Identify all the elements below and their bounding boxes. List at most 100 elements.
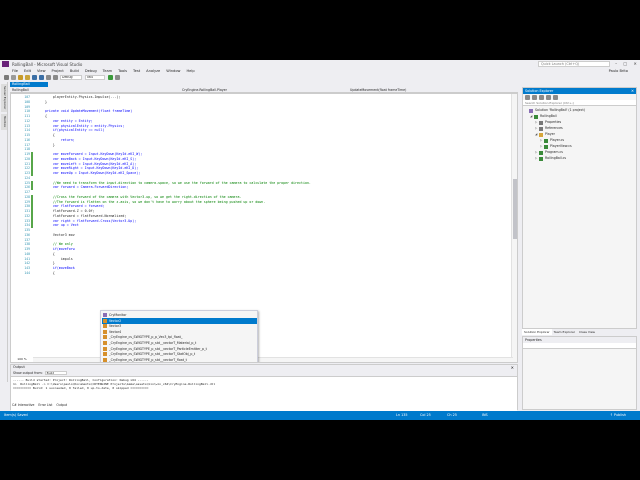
output-text-area[interactable]: ------ Build started: Project: RollingBa… — [11, 376, 517, 411]
class-icon — [103, 357, 107, 362]
server-explorer-tab[interactable]: Server Explorer — [1, 84, 7, 112]
solution-tree-item[interactable]: ▷ Properties — [535, 120, 561, 125]
solution-tree-item[interactable]: ▷ Player.cs — [540, 138, 564, 143]
solution-tree-item[interactable]: ▷ References — [535, 126, 563, 131]
save-all-icon[interactable] — [39, 75, 44, 80]
open-file-icon[interactable] — [25, 75, 30, 80]
toolbar-options-icon[interactable] — [115, 75, 120, 80]
home-icon[interactable] — [525, 94, 530, 100]
visual-studio-logo-icon — [2, 61, 9, 67]
line-number: 119 — [24, 152, 30, 156]
change-indicator — [31, 223, 33, 229]
expand-arrow-icon[interactable]: ▷ — [540, 144, 543, 149]
editor-vertical-scrollbar[interactable] — [511, 94, 517, 362]
line-number: 107 — [24, 95, 30, 99]
intellisense-item-label: _CryEngine_cs_SWIGTYPE_p_std__vectorT_Ma… — [109, 341, 197, 345]
code-line: if(moveForw — [37, 247, 75, 251]
code-line: } — [37, 142, 55, 147]
line-number: 114 — [24, 128, 30, 133]
sync-icon[interactable] — [532, 94, 537, 100]
status-bar: Item(s) Saved Ln 135 Col 25 Ch 25 INS ↑ … — [0, 411, 640, 420]
code-line: Vector3 mov — [37, 232, 75, 237]
solution-tree-item[interactable]: Solution 'RollingBall' (1 project) — [525, 108, 585, 113]
tab-team-explorer[interactable]: Team Explorer — [552, 329, 577, 335]
member-dropdown[interactable]: UpdateMovement(float frameTime) — [350, 88, 510, 92]
solution-tree-item-label: Properties — [545, 120, 562, 124]
file-icon — [529, 108, 533, 113]
solution-tree-item-label: Solution 'RollingBall' (1 project) — [535, 108, 585, 112]
toolbox-tab[interactable]: Toolbox — [1, 114, 7, 130]
back-icon[interactable] — [4, 75, 9, 80]
line-number: 126 — [24, 185, 30, 190]
output-source-select[interactable]: Build — [44, 371, 67, 375]
tab-class-view[interactable]: Class View — [577, 329, 597, 335]
minimize-icon[interactable]: – — [615, 61, 617, 67]
line-number: 141 — [24, 256, 30, 261]
expand-arrow-icon[interactable]: ▷ — [535, 150, 538, 155]
code-line: var entity = Entity; — [37, 118, 93, 123]
line-number: 144 — [24, 270, 30, 275]
redo-icon[interactable] — [53, 75, 58, 80]
code-line: if(physicalEntity == null) — [37, 128, 105, 133]
properties-object-select[interactable] — [523, 343, 636, 349]
code-line: var physicalEntity = entity.Physics; — [37, 123, 125, 128]
solution-explorer-tabs: Solution Explorer Team Explorer Class Vi… — [522, 329, 637, 335]
intellisense-item[interactable]: _CryEngine_cs_SWIGTYPE_p_std__vectorT_Ma… — [102, 362, 257, 363]
intellisense-item-label: Vector4 — [109, 329, 122, 334]
line-number: 118 — [24, 147, 30, 152]
expand-arrow-icon[interactable]: ▷ — [535, 126, 538, 131]
solution-tree-item-label: Player.cs — [550, 138, 565, 142]
standard-toolbar: Debug x64 — [0, 74, 640, 81]
properties-icon[interactable] — [553, 94, 558, 100]
publish-button[interactable]: ↑ Publish — [610, 411, 626, 420]
solution-tree-item-label: References — [545, 126, 563, 130]
line-number: 125 — [24, 180, 30, 185]
line-number: 139 — [24, 247, 30, 251]
file-icon — [539, 120, 543, 125]
platform-select[interactable]: x64 — [85, 75, 105, 80]
solution-tree-item[interactable]: ◢ Player — [535, 132, 555, 137]
start-debugging-icon[interactable] — [108, 75, 113, 80]
tab-csharp-interactive[interactable]: C# Interactive — [10, 402, 36, 408]
solution-tree-item[interactable]: ▷ PlayerView.cs — [540, 144, 572, 149]
solution-tree-item-label: PlayerView.cs — [550, 144, 572, 148]
close-icon[interactable]: ✕ — [633, 61, 636, 67]
undo-icon[interactable] — [46, 75, 51, 80]
type-dropdown[interactable]: CryEngine.RollingBall.Player — [182, 88, 342, 92]
line-number: 138 — [24, 242, 30, 247]
code-line: // We only — [37, 242, 73, 247]
intellisense-item[interactable]: _CryEngine_cs_SWIGTYPE_p_std__vectorT_fl… — [102, 357, 257, 362]
solution-tree-item[interactable]: ▷ Program.cs — [535, 150, 563, 155]
maximize-icon[interactable]: □ — [623, 61, 627, 67]
forward-icon[interactable] — [11, 75, 16, 80]
expand-arrow-icon[interactable]: ◢ — [530, 114, 533, 119]
collapse-all-icon[interactable] — [546, 94, 551, 100]
intellisense-item-label: _CryEngine_cs_SWIGTYPE_p_std__vectorT_St… — [109, 352, 196, 357]
code-line: var right = flatForward.Cross(Vector3.Up… — [37, 218, 137, 223]
code-line: flatForward.Z = 0.0f; — [37, 209, 95, 213]
intellisense-item-label: Vector3 — [109, 324, 122, 329]
solution-tree-item[interactable]: ▷ RollingBall.cs — [535, 156, 566, 161]
line-number: 109 — [24, 104, 30, 109]
expand-arrow-icon[interactable]: ▷ — [540, 138, 543, 143]
project-dropdown[interactable]: RollingBall — [12, 88, 172, 92]
tab-output[interactable]: Output — [54, 402, 70, 408]
expand-arrow-icon[interactable]: ▷ — [535, 120, 538, 125]
status-message: Item(s) Saved — [4, 413, 28, 417]
expand-arrow-icon[interactable]: ◢ — [535, 132, 538, 137]
solution-tree-item[interactable]: ◢ RollingBall — [530, 114, 557, 119]
code-line: flatForward = flatForward.Normalized; — [37, 213, 127, 218]
zoom-level[interactable]: 100 % — [11, 357, 33, 362]
quick-launch-input[interactable]: Quick Launch (Ctrl+Q) — [538, 61, 610, 67]
expand-arrow-icon[interactable]: ▷ — [535, 156, 538, 161]
refresh-icon[interactable] — [539, 94, 544, 100]
line-number: 110 — [24, 109, 30, 114]
code-editor[interactable]: 107 108 109 110 111 112 113 114 115 116 117 118 119 1… — [10, 93, 518, 363]
solution-search-input[interactable]: Search Solution Explorer (Ctrl+;) — [523, 100, 636, 106]
tab-error-list[interactable]: Error List — [36, 402, 54, 408]
tab-solution-explorer[interactable]: Solution Explorer — [522, 329, 552, 335]
new-project-icon[interactable] — [18, 75, 23, 80]
solution-config-select[interactable]: Debug — [60, 75, 82, 80]
save-icon[interactable] — [32, 75, 37, 80]
scrollbar-thumb[interactable] — [513, 179, 517, 239]
